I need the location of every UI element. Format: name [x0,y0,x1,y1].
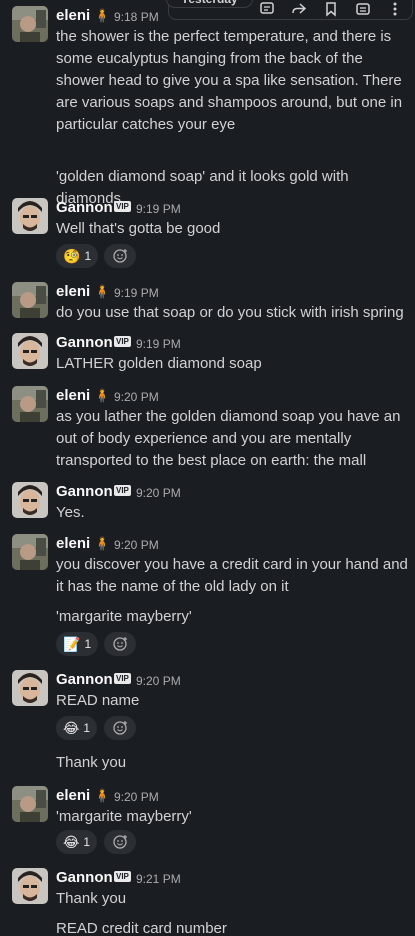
author-name[interactable]: Gannon [56,868,113,888]
message-text: do you use that soap or do you stick wit… [56,304,404,321]
timestamp[interactable]: 9:20 PM [114,535,159,555]
vip-badge: VIP [114,670,131,690]
timestamp[interactable]: 9:20 PM [136,671,181,691]
vip-label: VIP [114,673,131,684]
message-text: Thank you [56,754,127,771]
reaction-pill[interactable]: 😂 1 [56,830,98,854]
add-reaction-icon[interactable] [104,632,136,656]
author-name[interactable]: Gannon [56,198,113,218]
timestamp[interactable]: 9:18 PM [114,7,159,27]
avatar[interactable] [12,482,48,518]
message-text: Well that's gotta be good [56,220,221,237]
message-text: you discover you have a credit card in y… [56,556,408,595]
reaction-count: 1 [83,721,91,735]
author-name[interactable]: eleni [56,534,90,554]
add-reaction-icon[interactable] [104,716,136,740]
timestamp[interactable]: 9:21 PM [136,869,181,889]
author-name[interactable]: eleni [56,282,90,302]
author-name[interactable]: eleni [56,386,90,406]
reaction-emoji: 📝 [63,636,81,652]
status-emoji-icon: 🧍 [94,788,111,803]
message-text: as you lather the golden diamond soap yo… [56,408,401,469]
avatar[interactable] [12,6,48,42]
vip-badge: VIP [114,198,131,218]
timestamp[interactable]: 9:19 PM [136,334,181,354]
reaction-emoji: 😂 [63,720,80,736]
add-reaction-icon[interactable] [104,830,136,854]
timestamp[interactable]: 9:20 PM [114,787,159,807]
message-text: LATHER golden diamond soap [56,355,262,372]
vip-badge: VIP [114,482,131,502]
reaction-emoji: 😂 [63,834,80,850]
author-name[interactable]: eleni [56,6,90,26]
bookmark-icon[interactable] [315,0,347,23]
status-emoji-icon: 🧍 [94,8,111,23]
vip-label: VIP [114,201,131,212]
reaction-pill[interactable]: 😂 1 [56,716,98,740]
reaction-pill[interactable]: 📝 1 [56,632,99,656]
avatar[interactable] [12,198,48,234]
avatar[interactable] [12,386,48,422]
avatar[interactable] [12,333,48,369]
reaction-count: 1 [84,637,92,651]
timestamp[interactable]: 9:19 PM [136,199,181,219]
more-actions-icon[interactable] [347,0,379,23]
vip-badge: VIP [114,333,131,353]
forward-icon[interactable] [283,0,315,23]
vip-label: VIP [114,485,131,496]
author-name[interactable]: eleni [56,786,90,806]
message-text: 'margarite mayberry' [56,808,192,825]
message-text: READ name [56,692,140,709]
message-text: 'margarite mayberry' [56,608,192,625]
status-emoji-icon: 🧍 [94,536,111,551]
author-name[interactable]: Gannon [56,670,113,690]
status-emoji-icon: 🧍 [94,388,111,403]
reaction-emoji: 🧐 [63,248,81,264]
add-reaction-icon[interactable] [104,244,136,268]
status-emoji-icon: 🧍 [94,284,111,299]
message-text: the shower is the perfect temperature, a… [56,28,403,133]
timestamp[interactable]: 9:20 PM [136,483,181,503]
message-text: Yes. [56,504,85,521]
reaction-count: 1 [83,835,91,849]
reaction-pill[interactable]: 🧐 1 [56,244,99,268]
avatar[interactable] [12,534,48,570]
vip-badge: VIP [114,868,131,888]
vip-label: VIP [114,871,131,882]
vip-label: VIP [114,336,131,347]
thread-icon[interactable] [251,0,283,23]
avatar[interactable] [12,282,48,318]
day-divider[interactable]: Yesterday [166,0,253,8]
avatar[interactable] [12,670,48,706]
timestamp[interactable]: 9:19 PM [114,283,159,303]
author-name[interactable]: Gannon [56,333,113,353]
author-name[interactable]: Gannon [56,482,113,502]
reaction-count: 1 [84,249,92,263]
avatar[interactable] [12,868,48,904]
avatar[interactable] [12,786,48,822]
timestamp[interactable]: 9:20 PM [114,387,159,407]
message-text: READ credit card number [56,920,227,936]
message-text: Thank you [56,890,127,907]
kebab-icon[interactable] [379,0,411,23]
